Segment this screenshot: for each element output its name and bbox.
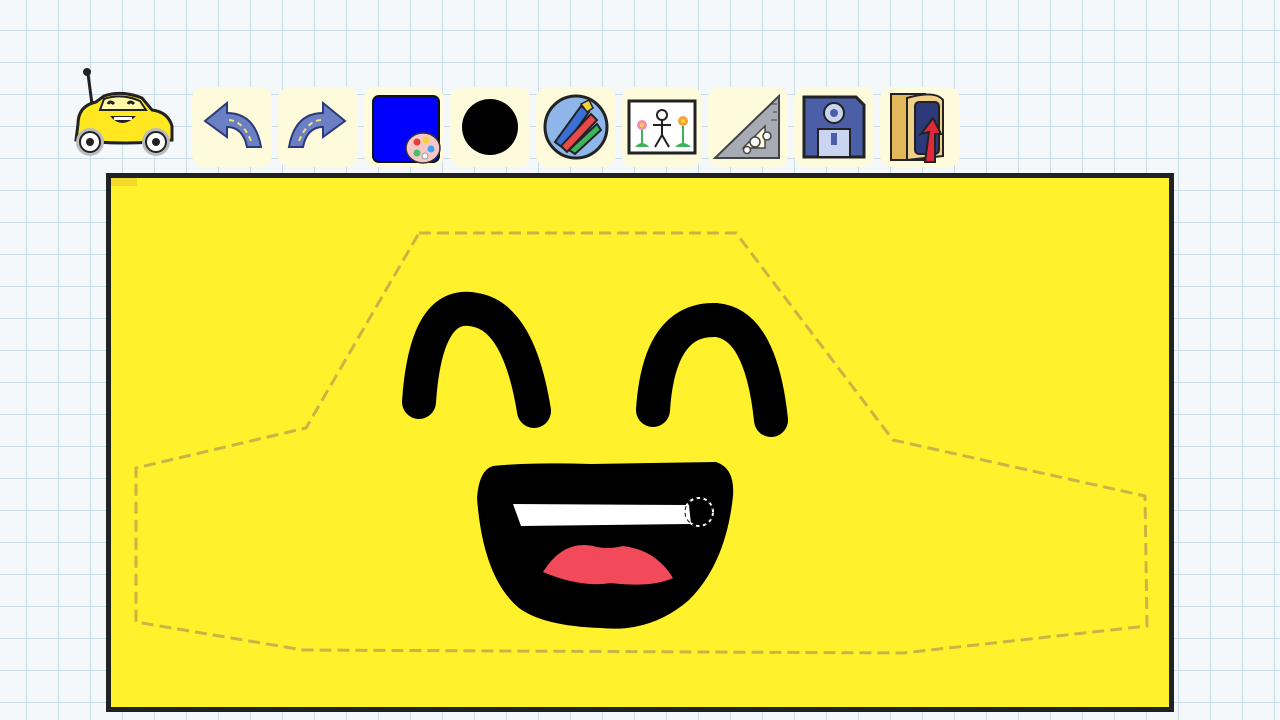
color-palette-icon xyxy=(372,95,441,164)
brush-size-circle-icon xyxy=(462,99,518,155)
brushes-icon xyxy=(543,94,609,160)
brushes-button[interactable] xyxy=(536,87,616,167)
stamp-picture-icon xyxy=(627,99,697,155)
brush-size-button[interactable] xyxy=(450,87,530,167)
save-button[interactable] xyxy=(794,87,874,167)
redo-button[interactable] xyxy=(278,87,358,167)
redo-arrow-icon xyxy=(287,100,347,148)
teeth-shape xyxy=(513,504,691,526)
mouth-shape xyxy=(477,462,734,629)
exit-button[interactable] xyxy=(880,87,960,167)
stamps-button[interactable] xyxy=(622,87,702,167)
drawing-canvas[interactable] xyxy=(106,173,1174,712)
car-mascot-icon xyxy=(64,66,182,164)
shapes-button[interactable] xyxy=(708,87,788,167)
left-eye-stroke xyxy=(402,291,551,428)
undo-button[interactable] xyxy=(192,87,272,167)
right-eye-stroke xyxy=(636,303,788,437)
shapes-ruler-icon xyxy=(712,93,780,159)
exit-door-icon xyxy=(890,93,944,163)
undo-arrow-icon xyxy=(203,100,263,148)
canvas-corner-mark xyxy=(111,178,137,186)
color-picker-button[interactable] xyxy=(364,87,444,167)
floppy-disk-icon xyxy=(802,95,866,159)
